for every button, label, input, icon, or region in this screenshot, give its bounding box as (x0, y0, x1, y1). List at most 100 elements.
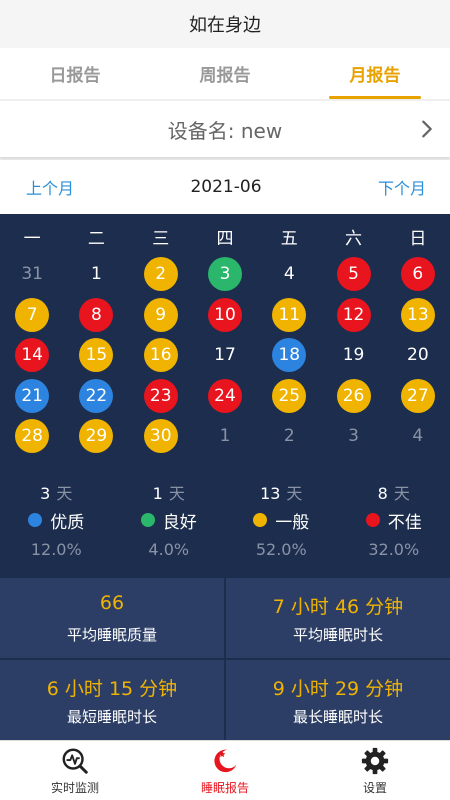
summary-label: 平均睡眠时长 (292, 625, 383, 644)
calendar-day[interactable]: 1 (193, 416, 257, 457)
stat-label: 不佳 (387, 512, 422, 533)
calendar-day[interactable]: 3 (321, 416, 385, 457)
device-selector[interactable]: 设备名: new (0, 101, 450, 157)
calendar-day[interactable]: 11 (257, 295, 321, 336)
day-number: 30 (143, 419, 178, 454)
calendar-day[interactable]: 20 (386, 335, 450, 376)
sleep-moon-icon (214, 749, 237, 772)
tab-daily-report[interactable]: 日报告 (0, 48, 150, 99)
summary-value: 7 小时 46 分钟 (272, 595, 404, 618)
calendar-day[interactable]: 17 (193, 335, 257, 376)
day-number: 10 (207, 297, 242, 332)
day-number: 9 (143, 297, 178, 332)
calendar-day[interactable]: 2 (257, 416, 321, 457)
summary-label: 平均睡眠质量 (66, 625, 157, 644)
day-number: 2 (143, 257, 178, 292)
weekday-label: 一 (23, 228, 41, 249)
next-month-button[interactable]: 下个月 (378, 175, 426, 199)
day-number: 19 (342, 345, 365, 366)
calendar-day[interactable]: 31 (0, 254, 64, 295)
calendar-day[interactable]: 4 (386, 416, 450, 457)
day-number: 25 (272, 378, 307, 413)
gear-icon (361, 747, 389, 774)
stat-count: 13 (260, 484, 281, 503)
calendar-day[interactable]: 2 (129, 254, 193, 295)
day-number: 20 (407, 345, 429, 366)
calendar-day[interactable]: 9 (129, 295, 193, 336)
nav-settings[interactable]: 设置 (300, 741, 450, 800)
day-number: 6 (400, 257, 435, 292)
stat-percent: 12.0% (30, 540, 82, 559)
tab-monthly-report[interactable]: 月报告 (300, 48, 450, 99)
calendar-day[interactable]: 12 (321, 295, 385, 336)
calendar-day[interactable]: 25 (257, 376, 321, 417)
day-number: 26 (336, 378, 371, 413)
summary-value: 9 小时 29 分钟 (272, 677, 404, 700)
weekday-label: 二 (87, 228, 105, 249)
stat-unit: 天 (168, 484, 185, 503)
calendar-day[interactable]: 1 (64, 254, 128, 295)
day-number: 7 (15, 297, 50, 332)
nav-sleep-report[interactable]: 睡眠报告 (150, 741, 300, 800)
day-number: 29 (79, 419, 114, 454)
calendar-day[interactable]: 24 (193, 376, 257, 417)
calendar-day[interactable]: 23 (129, 376, 193, 417)
calendar-day[interactable]: 5 (321, 254, 385, 295)
calendar-day[interactable]: 16 (129, 335, 193, 376)
day-number: 31 (21, 264, 43, 285)
calendar-day[interactable]: 13 (386, 295, 450, 336)
calendar-day[interactable]: 6 (386, 254, 450, 295)
calendar-day[interactable]: 3 (193, 254, 257, 295)
summary-value: 66 (99, 591, 125, 614)
day-number: 23 (143, 378, 178, 413)
day-number: 3 (348, 426, 359, 447)
calendar-day[interactable]: 21 (0, 376, 64, 417)
stat-unit: 天 (286, 484, 303, 503)
stat-good: 1天 良好 4.0% (113, 480, 226, 559)
calendar-day[interactable]: 27 (386, 376, 450, 417)
quality-stats: 3天 优质 12.0% 1天 良好 4.0% 13 天 一般 52.0% 8天 不… (0, 480, 450, 559)
tab-weekly-report[interactable]: 周报告 (150, 48, 300, 99)
calendar-day[interactable]: 30 (129, 416, 193, 457)
weekday-label: 四 (216, 228, 234, 249)
calendar-day[interactable]: 28 (0, 416, 64, 457)
calendar-day[interactable]: 15 (64, 335, 128, 376)
stat-poor: 8天 不佳 32.0% (338, 480, 450, 559)
calendar-day[interactable]: 29 (64, 416, 128, 457)
calendar-day[interactable]: 8 (64, 295, 128, 336)
nav-realtime-monitor[interactable]: 实时监测 (0, 741, 150, 800)
calendar-day[interactable]: 18 (257, 335, 321, 376)
chevron-right-icon (422, 120, 432, 138)
app-title: 如在身边 (189, 15, 261, 36)
day-number: 8 (79, 297, 114, 332)
calendar-week-row: 7 8 9 10 11 12 13 (0, 295, 450, 336)
nav-label: 实时监测 (50, 780, 99, 795)
calendar-day[interactable]: 7 (0, 295, 64, 336)
summary-max-duration: 9 小时 29 分钟 最长睡眠时长 (226, 660, 450, 740)
day-number: 17 (214, 345, 236, 366)
weekday-header: 一 二 三 四 五 六 日 (0, 222, 450, 250)
prev-month-button[interactable]: 上个月 (26, 175, 74, 199)
month-calendar: 一 二 三 四 五 六 日 31 1 2 3 4 5 6 7 8 9 10 11 12 13 14 15 16 1… (0, 214, 450, 578)
day-number: 4 (412, 426, 424, 447)
day-number: 3 (207, 257, 242, 292)
day-number: 14 (15, 338, 50, 373)
stat-unit: 天 (56, 484, 73, 503)
calendar-week-row: 14 15 16 17 18 19 20 (0, 335, 450, 376)
calendar-day[interactable]: 14 (0, 335, 64, 376)
monitor-icon (62, 748, 88, 774)
stat-percent: 32.0% (368, 540, 420, 559)
calendar-day[interactable]: 26 (321, 376, 385, 417)
calendar-day[interactable]: 22 (64, 376, 128, 417)
stat-unit: 天 (393, 484, 410, 503)
calendar-day[interactable]: 10 (193, 295, 257, 336)
calendar-day[interactable]: 19 (321, 335, 385, 376)
nav-label: 设置 (362, 780, 387, 795)
day-number: 1 (91, 264, 102, 285)
day-number: 22 (79, 378, 114, 413)
summary-min-duration: 6 小时 15 分钟 最短睡眠时长 (0, 660, 224, 740)
stat-percent: 4.0% (148, 540, 190, 559)
nav-label: 睡眠报告 (200, 780, 249, 795)
stat-count: 1 (152, 484, 163, 503)
calendar-day[interactable]: 4 (257, 254, 321, 295)
